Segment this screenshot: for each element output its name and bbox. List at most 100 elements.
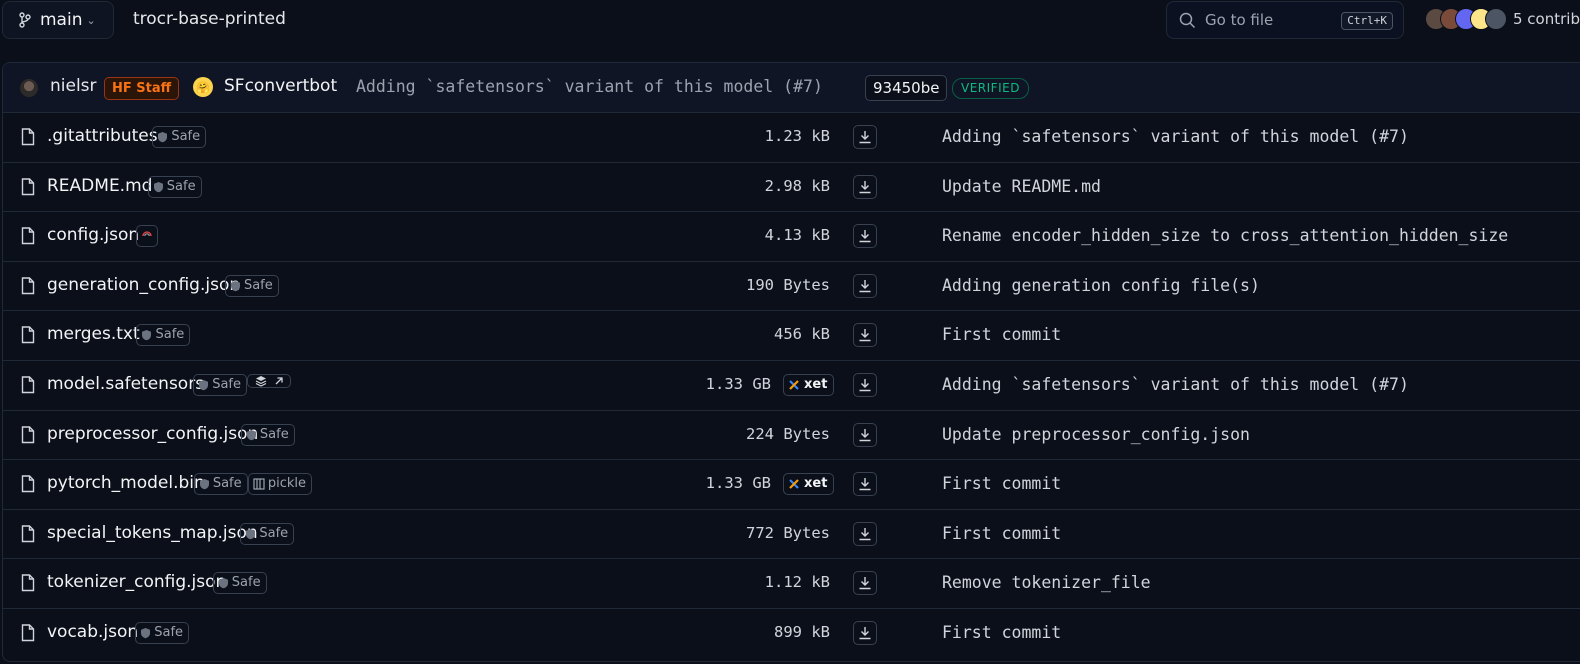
safe-badge[interactable]: Safe (240, 423, 295, 446)
last-commit-message[interactable]: First commit (942, 623, 1061, 642)
file-size: 1.33 GB (705, 374, 771, 393)
download-button[interactable] (853, 224, 877, 249)
safe-label: Safe (259, 426, 289, 442)
shield-icon (140, 627, 151, 639)
branch-label: main (40, 10, 83, 30)
safe-badge[interactable]: Safe (136, 324, 191, 347)
table-row[interactable]: preprocessor_config.json Safe 224 Bytes Upd… (3, 411, 1580, 461)
commit-message[interactable]: Adding `safetensors` variant of this mod… (356, 77, 823, 96)
file-name[interactable]: README.md (47, 176, 152, 196)
shield-icon (198, 379, 209, 391)
branch-selector[interactable]: main ⌄ (2, 1, 114, 39)
table-row[interactable]: .gitattributes Safe 1.23 kB Adding `safeten… (3, 113, 1580, 163)
xet-badge[interactable]: xet (783, 373, 835, 396)
pickle-label: pickle (267, 476, 306, 492)
file-icon (21, 624, 35, 646)
pickle-badge[interactable]: pickle (247, 473, 312, 496)
last-commit-message[interactable]: Rename encoder_hidden_size to cross_atte… (942, 226, 1508, 245)
last-commit-message[interactable]: First commit (942, 524, 1061, 543)
go-to-file-search[interactable]: Go to file Ctrl+K (1166, 1, 1404, 39)
download-icon (858, 428, 872, 442)
file-name[interactable]: model.safetensors (47, 374, 204, 394)
file-size: 2.98 kB (764, 176, 830, 195)
repo-name[interactable]: trocr-base-printed (133, 9, 286, 29)
table-row[interactable]: vocab.json Safe 899 kB First commit (3, 609, 1580, 659)
table-row[interactable]: pytorch_model.bin Safe pickle 1.33 GB xet Fir… (3, 460, 1580, 510)
file-name[interactable]: vocab.json (47, 622, 138, 642)
file-list: .gitattributes Safe 1.23 kB Adding `safeten… (3, 113, 1580, 659)
commit-author[interactable]: SFconvertbot (224, 76, 337, 96)
file-size: 190 Bytes (746, 275, 830, 294)
file-icon (21, 475, 35, 497)
chevron-down-icon: ⌄ (86, 13, 96, 27)
shield-icon (199, 478, 210, 490)
file-icon (21, 128, 35, 150)
scan-status-badge[interactable] (136, 225, 159, 248)
safe-badge[interactable]: Safe (193, 473, 248, 496)
last-commit-message[interactable]: Remove tokenizer_file (942, 573, 1151, 592)
table-row[interactable]: merges.txt Safe 456 kB First commit (3, 311, 1580, 361)
safe-badge[interactable]: Safe (212, 572, 267, 595)
last-commit-message[interactable]: Adding generation config file(s) (942, 276, 1260, 295)
table-row[interactable]: README.md Safe 2.98 kB Update README.md (3, 163, 1580, 213)
download-button[interactable] (853, 273, 877, 298)
contributor-avatars[interactable] (1425, 8, 1507, 30)
download-button[interactable] (853, 174, 877, 199)
file-name[interactable]: special_tokens_map.json (47, 523, 258, 543)
commit-hash[interactable]: 93450be (865, 75, 948, 101)
bot-avatar: 🤗 (193, 77, 213, 97)
safe-badge[interactable]: Safe (152, 126, 207, 148)
verified-badge: VERIFIED (952, 78, 1029, 99)
download-button[interactable] (853, 125, 877, 149)
shield-icon (141, 329, 152, 341)
file-icon (21, 376, 35, 398)
shield-icon (230, 280, 241, 292)
file-size: 899 kB (774, 622, 830, 641)
file-name[interactable]: tokenizer_config.json (47, 572, 226, 592)
download-button[interactable] (853, 323, 877, 348)
table-row[interactable]: tokenizer_config.json Safe 1.12 kB Remove t… (3, 559, 1580, 609)
table-row[interactable]: model.safetensors Safe 1.33 GB xet Adding `s… (3, 361, 1580, 411)
table-row[interactable]: config.json 4.13 kB Rename encoder_hidden_… (3, 212, 1580, 262)
safe-badge[interactable]: Safe (135, 621, 190, 644)
safe-badge[interactable]: Safe (240, 522, 295, 545)
table-row[interactable]: generation_config.json Safe 190 Bytes Addin… (3, 262, 1580, 312)
safe-badge[interactable]: Safe (193, 373, 247, 396)
file-table: nielsr HF Staff 🤗 SFconvertbot Adding `s… (2, 62, 1580, 662)
file-name[interactable]: .gitattributes (47, 126, 158, 146)
last-commit-message[interactable]: Update preprocessor_config.json (942, 425, 1250, 444)
shield-icon (245, 528, 256, 540)
download-button[interactable] (853, 571, 877, 596)
file-name[interactable]: config.json (47, 225, 139, 245)
last-commit-message[interactable]: First commit (942, 474, 1061, 493)
file-name[interactable]: pytorch_model.bin (47, 473, 205, 493)
download-icon (858, 328, 872, 342)
shield-icon (153, 181, 164, 193)
xet-icon (788, 379, 800, 391)
safe-badge[interactable]: Safe (147, 175, 202, 198)
file-name[interactable]: merges.txt (47, 324, 140, 344)
layers-icon (254, 375, 268, 387)
file-icon (21, 326, 35, 348)
safe-badge[interactable]: Safe (224, 274, 279, 297)
download-button[interactable] (853, 521, 877, 546)
commit-user[interactable]: nielsr (50, 76, 97, 96)
download-button[interactable] (853, 422, 877, 447)
file-icon (21, 177, 35, 200)
last-commit-message[interactable]: First commit (942, 325, 1061, 344)
file-name[interactable]: preprocessor_config.json (47, 424, 258, 444)
last-commit-message[interactable]: Adding `safetensors` variant of this mod… (942, 375, 1409, 394)
safe-label: Safe (212, 376, 241, 392)
file-name[interactable]: generation_config.json (47, 275, 240, 295)
table-row[interactable]: special_tokens_map.json Safe 772 Bytes Firs… (3, 510, 1580, 560)
download-button[interactable] (853, 472, 877, 497)
contributors-link[interactable]: 5 contributors (1513, 10, 1580, 28)
download-button[interactable] (853, 372, 877, 397)
xet-label: xet (804, 476, 828, 492)
last-commit-message[interactable]: Update README.md (942, 177, 1101, 196)
download-button[interactable] (853, 620, 877, 645)
last-commit-message[interactable]: Adding `safetensors` variant of this mod… (942, 127, 1409, 146)
safetensors-viewer-button[interactable] (247, 373, 292, 388)
safe-label: Safe (212, 476, 242, 492)
xet-badge[interactable]: xet (783, 473, 835, 496)
